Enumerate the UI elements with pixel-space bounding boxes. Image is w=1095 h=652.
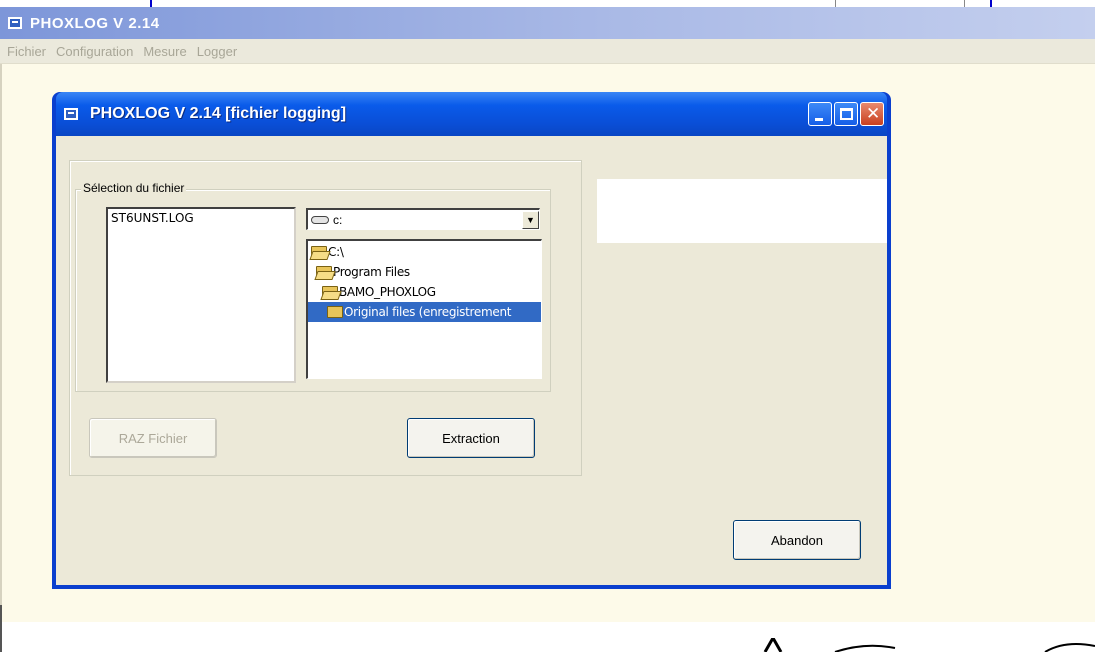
directory-item-original-files[interactable]: Original files (enregistrement bbox=[308, 302, 541, 322]
info-panel bbox=[597, 179, 887, 243]
logging-file-dialog: PHOXLOG V 2.14 [fichier logging] ✕ Sélec… bbox=[52, 92, 891, 589]
menu-logger[interactable]: Logger bbox=[192, 44, 242, 59]
dialog-app-icon bbox=[64, 108, 78, 120]
menu-configuration[interactable]: Configuration bbox=[51, 44, 138, 59]
background-window-edge bbox=[990, 0, 992, 7]
directory-label: BAMO_PHOXLOG bbox=[339, 285, 436, 299]
main-window-title: PHOXLOG V 2.14 bbox=[30, 14, 160, 32]
open-folder-icon bbox=[322, 286, 338, 298]
dialog-titlebar[interactable]: PHOXLOG V 2.14 [fichier logging] ✕ bbox=[56, 92, 887, 136]
file-list[interactable]: ST6UNST.LOG bbox=[106, 207, 296, 383]
maximize-icon bbox=[840, 108, 853, 120]
dialog-title: PHOXLOG V 2.14 [fichier logging] bbox=[90, 105, 347, 122]
main-titlebar[interactable]: PHOXLOG V 2.14 bbox=[0, 7, 1095, 39]
directory-label: C:\ bbox=[328, 245, 344, 259]
background-drawing bbox=[763, 638, 1095, 652]
hard-drive-icon bbox=[311, 215, 329, 224]
close-icon: ✕ bbox=[866, 104, 881, 124]
directory-item-bamo-phoxlog[interactable]: BAMO_PHOXLOG bbox=[322, 282, 436, 302]
drive-value: c: bbox=[333, 212, 343, 227]
minimize-button[interactable] bbox=[808, 102, 832, 126]
minimize-icon bbox=[815, 118, 823, 121]
abandon-button[interactable]: Abandon bbox=[733, 520, 861, 560]
directory-list[interactable]: C:\ Program Files BAMO_PHOXLOG Original … bbox=[306, 239, 542, 379]
dialog-body: Sélection du fichier ST6UNST.LOG c: ▼ C:… bbox=[56, 136, 887, 585]
raz-fichier-button[interactable]: RAZ Fichier bbox=[89, 418, 217, 458]
folder-icon bbox=[327, 306, 343, 318]
directory-label: Program Files bbox=[333, 265, 410, 279]
directory-label: Original files (enregistrement bbox=[344, 305, 512, 319]
chevron-down-icon: ▼ bbox=[526, 214, 535, 225]
open-folder-icon bbox=[316, 266, 332, 278]
background-window-edge bbox=[835, 0, 965, 7]
menu-mesure[interactable]: Mesure bbox=[138, 44, 191, 59]
background-window-edge bbox=[150, 0, 152, 7]
dropdown-arrow-button[interactable]: ▼ bbox=[522, 210, 539, 229]
close-button[interactable]: ✕ bbox=[860, 102, 884, 126]
open-folder-icon bbox=[311, 246, 327, 258]
maximize-button[interactable] bbox=[834, 102, 858, 126]
background-window-strip bbox=[0, 0, 1095, 7]
drive-select[interactable]: c: ▼ bbox=[306, 208, 540, 230]
window-edge bbox=[0, 605, 6, 652]
directory-item-program-files[interactable]: Program Files bbox=[316, 262, 410, 282]
menubar: Fichier Configuration Mesure Logger bbox=[0, 39, 1095, 64]
app-icon bbox=[8, 17, 22, 29]
list-item[interactable]: ST6UNST.LOG bbox=[111, 211, 291, 225]
menu-fichier[interactable]: Fichier bbox=[2, 44, 51, 59]
window-controls: ✕ bbox=[808, 102, 884, 126]
file-selection-label: Sélection du fichier bbox=[81, 181, 187, 195]
extraction-button[interactable]: Extraction bbox=[407, 418, 535, 458]
directory-item-root[interactable]: C:\ bbox=[311, 242, 344, 262]
